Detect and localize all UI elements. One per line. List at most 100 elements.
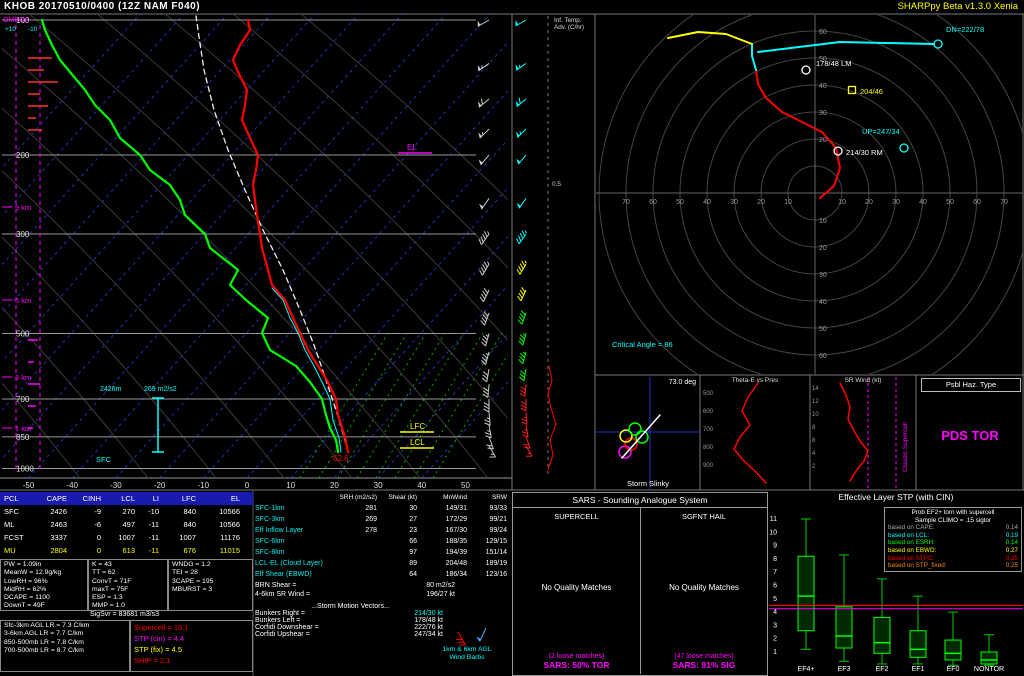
- stp-y-tick: 6: [773, 583, 777, 590]
- pcl-cell: 840: [162, 518, 199, 531]
- stp-legend-label: based on LCL:: [888, 532, 929, 540]
- mixing-ratio-line: [395, 333, 483, 478]
- mixing-ratio-line: [376, 333, 464, 478]
- hodo-tick: 40: [819, 299, 827, 306]
- barb-tick: [482, 378, 487, 382]
- stp-box: [836, 607, 852, 648]
- mixing-ratio-line: [433, 333, 521, 478]
- mixing-ratio-line: [357, 333, 445, 478]
- stp-category-label: EF0: [947, 666, 960, 673]
- thetae-pressure-tick: 500: [703, 391, 714, 397]
- stp-legend-label: based on EBWD:: [888, 547, 936, 555]
- kinematics-row: Eff Inflow Layer27823167/3099/24: [253, 525, 512, 536]
- wind-barb: [482, 198, 489, 209]
- skewt-plot: [0, 14, 839, 478]
- barb-tick: [524, 447, 530, 448]
- thetae-panel-title: Theta-E vs Pres: [701, 377, 809, 384]
- dry-adiabat: [0, 14, 216, 478]
- barb-tick: [484, 409, 489, 412]
- temperature-trace: [233, 20, 348, 452]
- barb-tick: [483, 354, 487, 358]
- isotherm: [422, 14, 840, 478]
- stp-legend-value: 0.14: [1006, 539, 1018, 547]
- hodo-tick: 20: [819, 137, 827, 144]
- pcl-cell: 11015: [199, 544, 243, 557]
- vector-label: Bunkers Left =: [255, 617, 300, 624]
- pcl-cell: 10566: [199, 505, 243, 518]
- wind-barb: [525, 385, 526, 397]
- stp-legend-entry: based on STPC:0.25: [888, 555, 1018, 563]
- pcl-cell: 3337: [30, 531, 70, 544]
- thermo-stat: MBURST = 3: [172, 586, 249, 594]
- stp-legend-label: based on STPC:: [888, 555, 934, 563]
- stp-legend-value: 0.27: [1006, 547, 1018, 555]
- lcl-marker-label: LCL: [410, 438, 425, 447]
- barb-tick: [481, 99, 482, 105]
- pcl-cell: 2804: [30, 544, 70, 557]
- brn-shear-label: BRN Shear =: [255, 582, 296, 589]
- hodo-trace: [752, 44, 756, 70]
- hodo-tick: 70: [622, 199, 630, 206]
- pcl-cell: 0: [70, 544, 104, 557]
- hazard-type-title: Psbl Haz. Type: [921, 378, 1021, 392]
- barb-tick: [485, 423, 490, 426]
- pcl-cell: -11: [138, 544, 162, 557]
- srwind-height-tick: 12: [812, 399, 819, 405]
- sars-hail-matches: No Quality Matches: [669, 521, 739, 653]
- mixing-ratio-line: [338, 333, 426, 478]
- stp-category-label: NONTOR: [974, 666, 1004, 673]
- wind-barb: [481, 155, 489, 165]
- temp-tick: 10: [286, 481, 295, 490]
- barb-half-tick: [488, 231, 489, 234]
- pressure-tick: 700: [16, 395, 30, 404]
- sr-wind-line: 4-6km SR Wind =196/27 kt: [253, 591, 455, 598]
- agl-barbs-caption: 1km & 6km AGL Wind Barbs: [424, 646, 510, 662]
- pcl-cell: 2426: [30, 505, 70, 518]
- thermo-stat: MMP = 1.0: [92, 602, 164, 610]
- hodo-tick: 30: [819, 110, 827, 117]
- pcl-cell: MU: [0, 544, 30, 557]
- surface-temp-label: 62.6: [333, 454, 349, 463]
- hodo-tick: 40: [703, 199, 711, 206]
- sars-title: SARS - Sounding Analogue System: [513, 493, 767, 508]
- barb-half-tick: [525, 231, 526, 234]
- sharppy-window: KHOB 20170510/0400 (12Z NAM F040) SHARPp…: [0, 0, 1024, 676]
- barb-tick: [482, 339, 486, 343]
- srwind-height-tick: 10: [812, 412, 819, 418]
- stp-box: [981, 652, 997, 664]
- pcl-cell: 613: [104, 544, 138, 557]
- vector-value: 178/48 kt: [414, 617, 443, 624]
- pcl-cell: 11176: [199, 531, 243, 544]
- srwind-panel-title: SR Wind (kt): [811, 377, 915, 384]
- agl-barbs-caption-line2: Wind Barbs: [424, 654, 510, 662]
- brn-shear-value: 80 m2/s2: [426, 582, 455, 589]
- storm-slinky-angle: 73.0 deg: [642, 379, 696, 386]
- hodo-tick: 50: [676, 199, 684, 206]
- barb-tick: [483, 372, 488, 376]
- kinematics-row: SFC-1km28130149/3193/33: [253, 503, 512, 514]
- thermo-stat: DownT = 49F: [4, 602, 84, 610]
- stp-category-label: EF2: [876, 666, 889, 673]
- hodo-tick: 10: [819, 218, 827, 225]
- barb-tick: [481, 267, 484, 272]
- inflow-srh-label: 269 m2/s2: [144, 386, 177, 393]
- kinematics-cell: 27: [379, 514, 419, 525]
- critical-angle-label: Critical Angle = 86: [612, 340, 673, 349]
- pcl-header-cell: PCL: [0, 492, 30, 505]
- kinematics-header-cell: SRH (m2/s2): [331, 492, 379, 503]
- pressure-tick: 200: [16, 151, 30, 160]
- stp-y-tick: 4: [773, 609, 777, 616]
- barb-tick: [483, 394, 488, 397]
- pcl-cell: 840: [162, 505, 199, 518]
- barb-tick: [484, 262, 487, 267]
- brn-shear-line: BRN Shear = 80 m2/s2: [253, 582, 455, 589]
- barb-tick: [482, 318, 486, 323]
- hodo-vector-label: DN=222/78: [946, 25, 984, 34]
- barb-tick: [522, 261, 525, 266]
- kinematics-cell: 64: [379, 569, 419, 580]
- barb-tick: [518, 236, 521, 241]
- kinematics-cell: 172/29: [419, 514, 469, 525]
- kinematics-cell: 204/48: [419, 558, 469, 569]
- barb-tick: [520, 233, 523, 238]
- omega-title: OMEGA: [3, 17, 29, 24]
